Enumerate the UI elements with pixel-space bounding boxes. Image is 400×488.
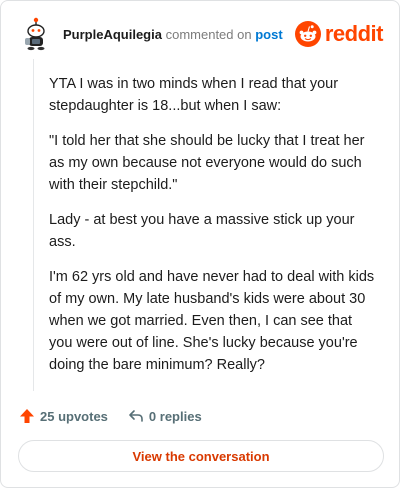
username-link[interactable]: PurpleAquilegia [63, 27, 162, 42]
comment-paragraph: "I told her that she should be lucky tha… [49, 133, 365, 193]
reply-arrow-icon [128, 408, 144, 424]
view-conversation-button[interactable]: View the conversation [18, 440, 384, 472]
comment-body: YTA I was in two minds when I read that … [49, 73, 375, 389]
reddit-snoo-logo-icon [294, 21, 321, 47]
reply-count: 0 replies [148, 408, 202, 424]
comment-header: PurpleAquilegia commented on post reddit [19, 17, 384, 51]
snoo-avatar-icon [25, 17, 45, 51]
comment-paragraph: Lady - at best you have a massive stick … [49, 212, 355, 250]
reddit-logo[interactable]: reddit [294, 21, 384, 47]
comment-paragraph: I'm 62 yrs old and have never had to dea… [49, 269, 375, 373]
comment-actions: 25 upvotes 0 replies [19, 405, 202, 427]
reddit-wordmark: reddit [324, 21, 384, 46]
comment-embed-card: PurpleAquilegia commented on post reddit… [0, 0, 400, 488]
post-link[interactable]: post [255, 27, 282, 42]
commented-on-text: commented on [165, 27, 252, 42]
upvote-count: 25 upvotes [40, 408, 108, 424]
comment-byline: PurpleAquilegia commented on post [63, 27, 283, 42]
comment-paragraph: YTA I was in two minds when I read that … [49, 76, 339, 114]
thread-line [33, 59, 34, 391]
user-avatar[interactable] [19, 17, 51, 51]
upvote-button[interactable]: 25 upvotes [19, 408, 108, 424]
replies-button[interactable]: 0 replies [128, 408, 202, 424]
upvote-arrow-icon [19, 408, 35, 424]
